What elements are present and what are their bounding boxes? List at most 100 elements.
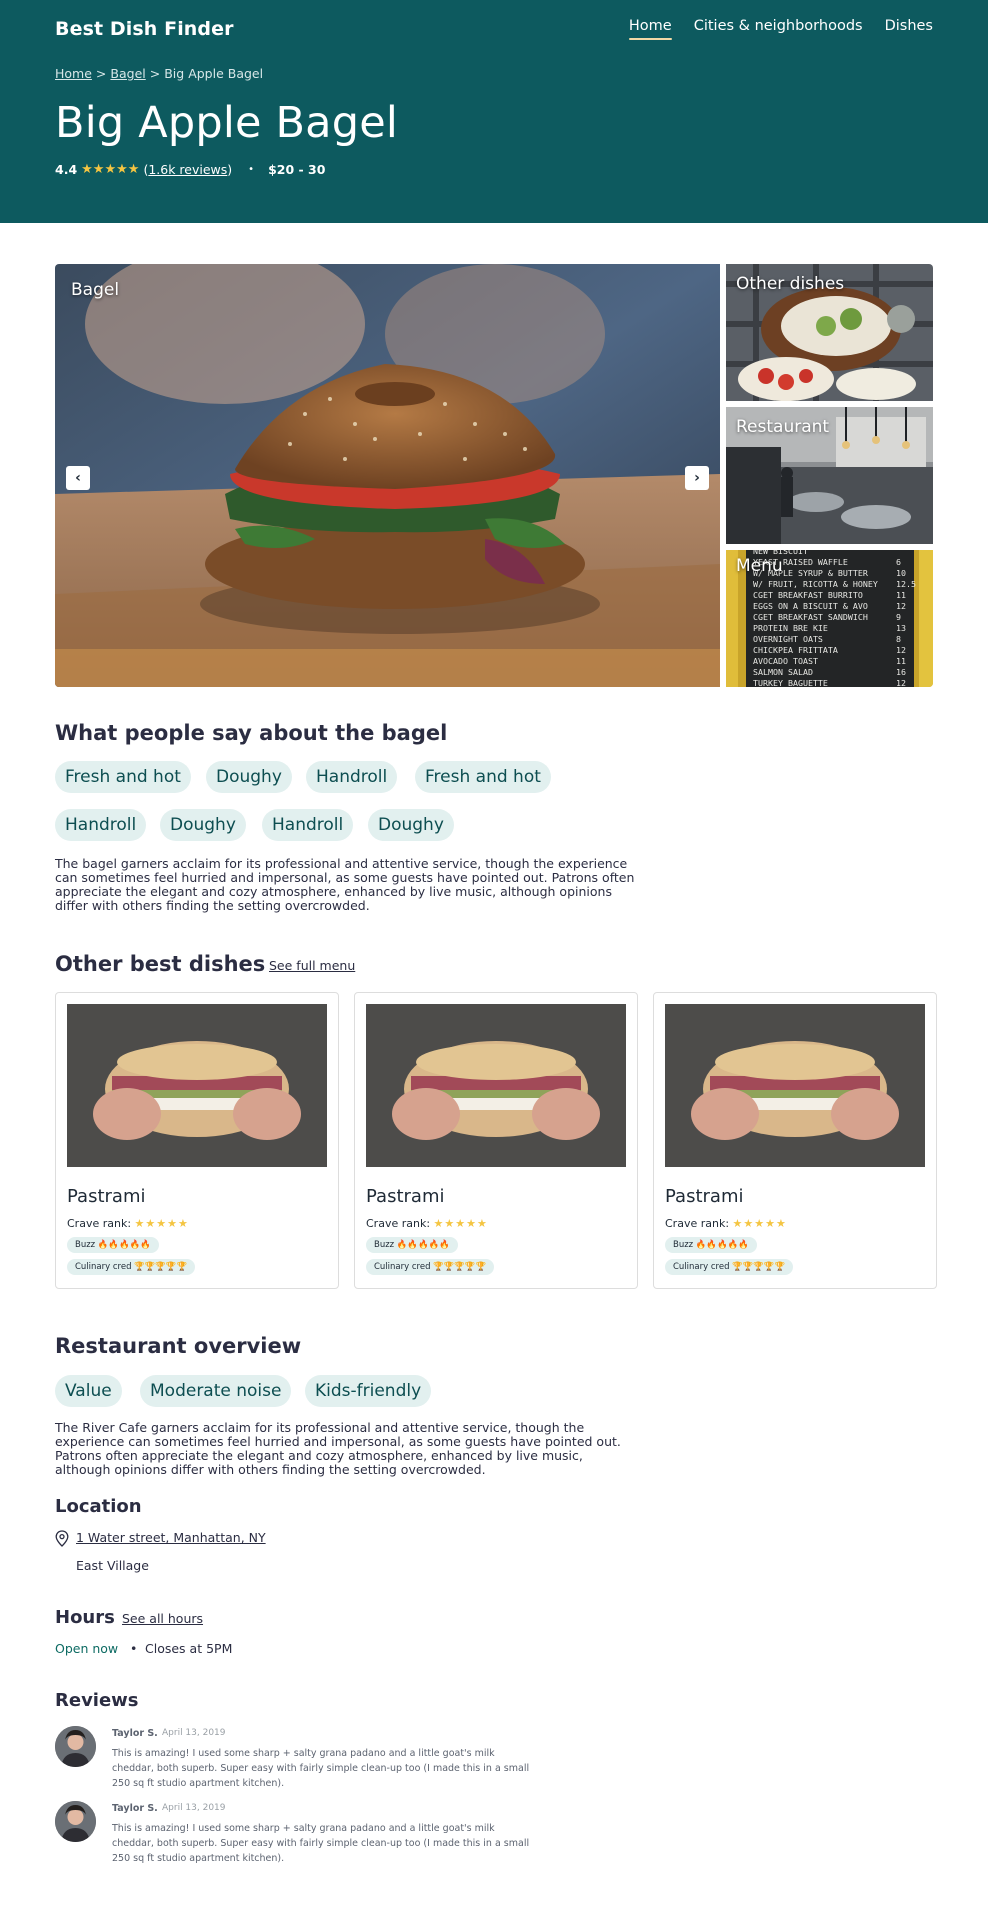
tag-chip[interactable]: Fresh and hot <box>55 761 191 793</box>
see-all-hours-link[interactable]: See all hours <box>122 1611 203 1626</box>
tag-chip[interactable]: Handroll <box>55 809 147 841</box>
tag-chip[interactable]: Handroll <box>262 809 354 841</box>
hours-separator: • <box>130 1641 138 1656</box>
menu-item-price: 13 <box>896 623 906 633</box>
menu-item-price: 12 <box>896 645 906 655</box>
dish-name: Pastrami <box>665 1186 744 1207</box>
rating-value: 4.4 <box>55 162 78 177</box>
main-photo-bagel[interactable]: Bagel ‹ › <box>55 264 720 687</box>
dish-name: Pastrami <box>366 1186 445 1207</box>
dish-photo <box>67 1004 327 1167</box>
tile-menu[interactable]: NEW BISCUIT YEAST RAISED WAFFLE 6 W/ MAPLE … <box>726 550 933 687</box>
nav-home[interactable]: Home <box>628 18 672 40</box>
restaurant-summary: The River Cafe garners acclaim for its p… <box>55 1420 621 1477</box>
price-range: $20 - 30 <box>268 162 326 177</box>
tile-other-dishes[interactable]: Other dishes <box>726 264 933 401</box>
avatar[interactable] <box>55 1726 96 1767</box>
nav-dishes[interactable]: Dishes <box>885 18 933 40</box>
star-rating-icon: ★★★★★ <box>81 162 140 177</box>
menu-item-text: EGGS ON A BISCUIT & AVO <box>753 601 868 611</box>
bagel-summary: The bagel garners acclaim for its profes… <box>55 856 635 913</box>
menu-item-price: 9 <box>896 612 901 622</box>
culinary-cred-badge: Culinary cred 🏆🏆🏆🏆🏆 <box>665 1259 794 1275</box>
tile-restaurant[interactable]: Restaurant <box>726 407 933 544</box>
reviews-count-link[interactable]: 1.6k reviews <box>148 162 227 177</box>
neighborhood: East Village <box>76 1558 149 1573</box>
buzz-badge: Buzz 🔥🔥🔥🔥🔥 <box>67 1237 159 1253</box>
dish-card[interactable]: Pastrami Crave rank: ★★★★★ Buzz 🔥🔥🔥🔥🔥 Cu… <box>354 992 638 1289</box>
location-heading: Location <box>55 1496 142 1517</box>
menu-item-price: 6 <box>896 557 901 567</box>
reviewer-name: Taylor S. <box>112 1803 158 1814</box>
carousel-prev-button[interactable]: ‹ <box>66 466 90 490</box>
meta-separator: • <box>248 164 255 175</box>
brand-logo[interactable]: Best Dish Finder <box>55 18 234 40</box>
tile-restaurant-label: Restaurant <box>736 417 830 437</box>
carousel-next-button[interactable]: › <box>685 466 709 490</box>
breadcrumb-bagel[interactable]: Bagel <box>110 66 145 81</box>
feature-chip[interactable]: Moderate noise <box>140 1375 292 1407</box>
address-link[interactable]: 1 Water street, Manhattan, NY <box>76 1530 266 1545</box>
buzz-badge: Buzz 🔥🔥🔥🔥🔥 <box>366 1237 458 1253</box>
review-item: Taylor S. April 13, 2019 This is amazing… <box>55 1801 595 1873</box>
review-text: This is amazing! I used some sharp + sal… <box>112 1748 530 1789</box>
menu-item-text: CGET BREAKFAST BURRITO <box>753 590 863 600</box>
tag-chip[interactable]: Doughy <box>368 809 454 841</box>
tag-chip[interactable]: Doughy <box>160 809 246 841</box>
tag-chip[interactable]: Handroll <box>306 761 398 793</box>
review-item: Taylor S. April 13, 2019 This is amazing… <box>55 1726 595 1798</box>
review-date: April 13, 2019 <box>162 1803 226 1813</box>
chevron-left-icon: ‹ <box>75 470 81 486</box>
see-full-menu-link[interactable]: See full menu <box>269 958 355 973</box>
menu-item-text: CGET BREAKFAST SANDWICH <box>753 612 868 622</box>
culinary-cred-badge: Culinary cred 🏆🏆🏆🏆🏆 <box>67 1259 196 1275</box>
menu-item-price: 8 <box>896 634 901 644</box>
menu-item-price: 16 <box>896 667 906 677</box>
tile-other-dishes-label: Other dishes <box>736 274 845 294</box>
feature-chip[interactable]: Kids-friendly <box>305 1375 432 1407</box>
main-photo-label: Bagel <box>71 280 120 300</box>
feature-chip[interactable]: Value <box>55 1375 122 1407</box>
menu-item-text: W/ FRUIT, RICOTTA & HONEY <box>753 579 878 589</box>
menu-item-text: CHICKPEA FRITTATA <box>753 645 838 655</box>
menu-item-text: SALMON SALAD <box>753 667 813 677</box>
buzz-badge: Buzz 🔥🔥🔥🔥🔥 <box>665 1237 757 1253</box>
review-text: This is amazing! I used some sharp + sal… <box>112 1823 530 1864</box>
restaurant-meta: 4.4 ★★★★★ (1.6k reviews) • $20 - 30 <box>55 162 325 177</box>
breadcrumb-home[interactable]: Home <box>55 66 92 81</box>
other-dishes-heading: Other best dishes <box>55 952 266 976</box>
tag-chip[interactable]: Doughy <box>206 761 292 793</box>
location-pin-icon <box>55 1530 69 1547</box>
breadcrumb: Home > Bagel > Big Apple Bagel <box>55 66 263 81</box>
nav-cities[interactable]: Cities & neighborhoods <box>694 18 863 40</box>
restaurant-overview-heading: Restaurant overview <box>55 1334 302 1358</box>
menu-item-price: 12.5 <box>896 579 916 589</box>
hours-heading: Hours <box>55 1607 115 1628</box>
dish-name: Pastrami <box>67 1186 146 1207</box>
tag-chip[interactable]: Fresh and hot <box>415 761 551 793</box>
address: 1 Water street, Manhattan, NY <box>76 1530 266 1545</box>
star-icon: ★★★★★ <box>134 1217 189 1230</box>
star-icon: ★★★★★ <box>732 1217 787 1230</box>
menu-item-price: 10 <box>896 568 906 578</box>
breadcrumb-separator: > <box>95 66 107 81</box>
culinary-cred-badge: Culinary cred 🏆🏆🏆🏆🏆 <box>366 1259 495 1275</box>
open-status: Open now <box>55 1641 119 1656</box>
crave-rank: Crave rank: ★★★★★ <box>366 1217 488 1230</box>
menu-item-text: TURKEY BAGUETTE <box>753 678 828 687</box>
menu-item-price: 12 <box>896 601 906 611</box>
dish-photo <box>366 1004 626 1167</box>
main-nav: Home Cities & neighborhoods Dishes <box>628 18 933 40</box>
review-date: April 13, 2019 <box>162 1728 226 1738</box>
avatar[interactable] <box>55 1801 96 1842</box>
reviews-heading: Reviews <box>55 1690 139 1711</box>
reviews-paren-close: ) <box>227 162 233 177</box>
tile-menu-label: Menu <box>736 556 783 576</box>
dish-card[interactable]: Pastrami Crave rank: ★★★★★ Buzz 🔥🔥🔥🔥🔥 Cu… <box>653 992 937 1289</box>
star-icon: ★★★★★ <box>433 1217 488 1230</box>
dish-card[interactable]: Pastrami Crave rank: ★★★★★ Buzz 🔥🔥🔥🔥🔥 Cu… <box>55 992 339 1289</box>
page-title: Big Apple Bagel <box>55 98 399 148</box>
menu-item-price: 11 <box>896 656 906 666</box>
hero-header: Best Dish Finder Home Cities & neighborh… <box>0 0 988 223</box>
breadcrumb-current: Big Apple Bagel <box>164 66 264 81</box>
